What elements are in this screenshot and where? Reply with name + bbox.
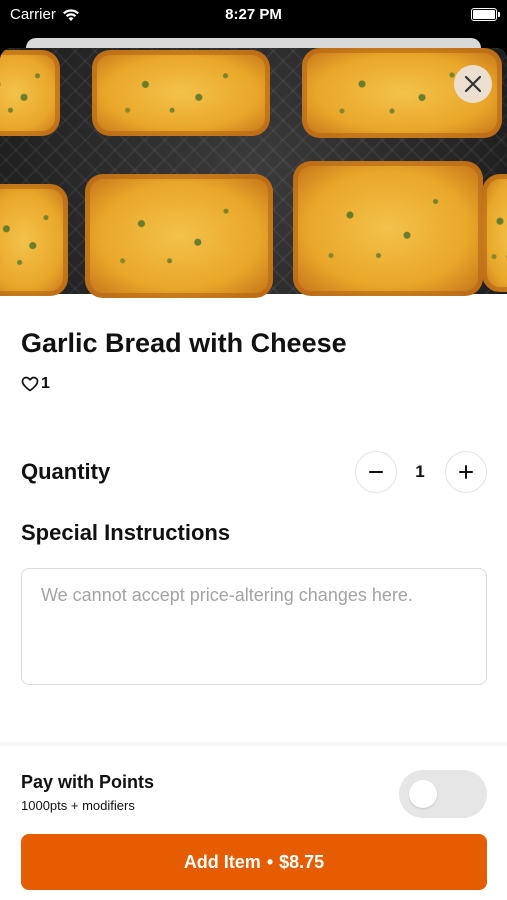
add-item-price: $8.75	[279, 851, 325, 872]
quantity-decrement-button[interactable]	[355, 451, 397, 493]
add-item-button[interactable]: Add Item • $8.75	[21, 834, 487, 890]
bread-slice	[0, 184, 68, 296]
bread-slice	[0, 50, 60, 136]
quantity-increment-button[interactable]	[445, 451, 487, 493]
battery-icon	[471, 8, 500, 21]
item-title: Garlic Bread with Cheese	[21, 328, 347, 358]
plus-icon	[459, 465, 473, 479]
checkout-footer: Pay with Points 1000pts + modifiers Add …	[0, 742, 507, 900]
add-item-label: Add Item	[183, 851, 261, 872]
toggle-knob	[409, 780, 437, 808]
like-button[interactable]: 1	[21, 375, 50, 393]
like-count: 1	[41, 375, 50, 392]
bread-slice	[293, 161, 483, 296]
pay-with-points-toggle[interactable]	[399, 770, 487, 818]
item-detail-sheet: Garlic Bread with Cheese 1 Quantity 1 Sp…	[0, 48, 507, 900]
pay-with-points-subtitle: 1000pts + modifiers	[21, 798, 135, 813]
quantity-label: Quantity	[21, 459, 111, 484]
add-item-separator: •	[266, 851, 274, 872]
quantity-value: 1	[415, 462, 425, 481]
clock: 8:27 PM	[225, 6, 282, 23]
close-icon	[464, 75, 482, 93]
bread-slice	[482, 174, 507, 292]
garlic-bread-photo	[0, 48, 507, 298]
heart-outline-icon	[21, 376, 39, 392]
special-instructions-input[interactable]	[21, 568, 487, 685]
minus-icon	[369, 471, 383, 473]
pay-with-points-label: Pay with Points	[21, 772, 155, 792]
special-instructions-label: Special Instructions	[21, 520, 231, 545]
bread-slice	[92, 50, 270, 136]
status-bar: Carrier 8:27 PM	[0, 0, 507, 30]
bread-slice	[85, 174, 273, 298]
close-button[interactable]	[454, 65, 492, 103]
